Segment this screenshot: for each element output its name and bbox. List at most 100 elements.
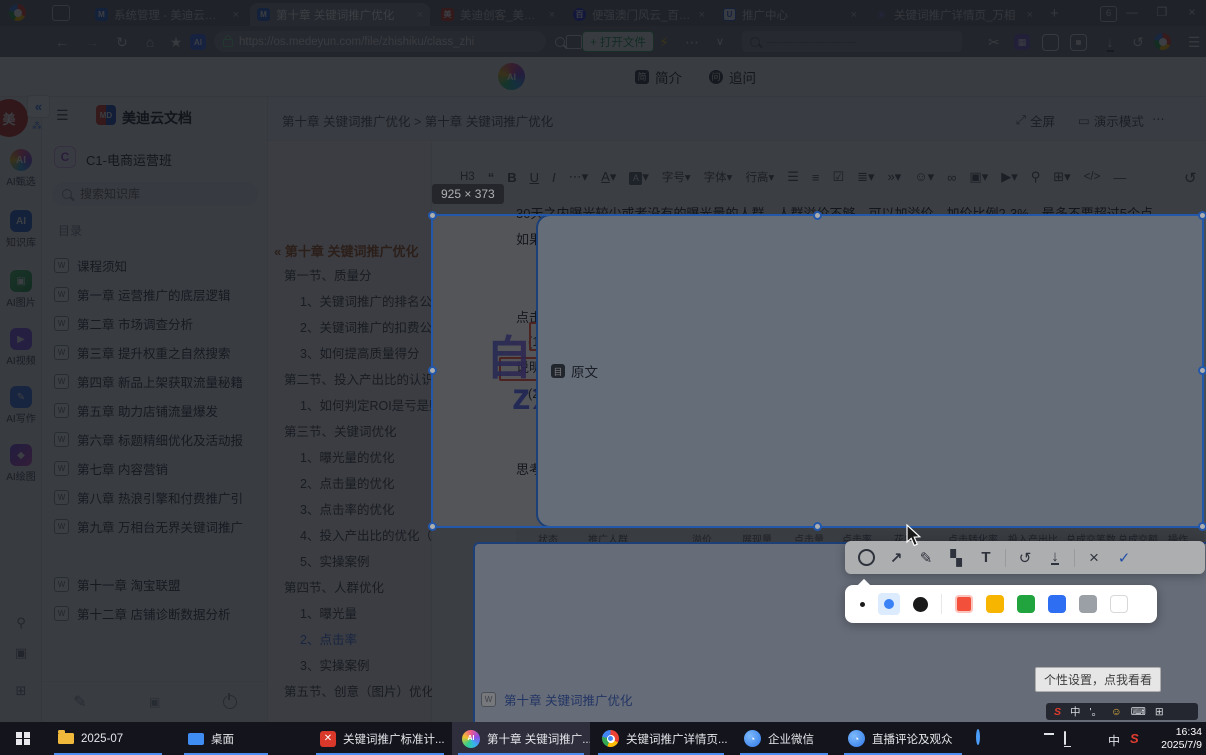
font-family-select[interactable]: 字体▾: [704, 169, 733, 185]
resize-handle[interactable]: [1047, 370, 1054, 377]
fullscreen-button[interactable]: ⤢ 全屏: [1016, 111, 1055, 130]
image-icon[interactable]: [566, 35, 582, 49]
quote-icon[interactable]: “: [488, 170, 495, 185]
rail-item-knowledge[interactable]: AI 知识库: [0, 210, 42, 249]
align-icon[interactable]: ≣▾: [857, 169, 874, 185]
sidebar-item[interactable]: W 第十二章 店铺诊断数据分析: [48, 600, 262, 626]
reader-mode-icon[interactable]: [1042, 34, 1059, 51]
ime-toolbox-icon[interactable]: ⊞: [1155, 706, 1164, 718]
more-icon[interactable]: ⋯: [682, 33, 702, 51]
workspace-avatar[interactable]: C: [54, 146, 76, 168]
browser-tab[interactable]: 美 美迪创客_美迪电商_美 ×: [434, 3, 562, 26]
tab-close-icon[interactable]: ×: [1027, 9, 1033, 21]
more-actions-icon[interactable]: ⋯: [1152, 111, 1165, 126]
pin-icon[interactable]: ⚲: [0, 615, 42, 631]
present-mode-button[interactable]: ▭ 演示模式: [1078, 111, 1144, 130]
toc-title[interactable]: « 第十章 关键词推广优化: [274, 241, 418, 260]
taskbar-item-chrome[interactable]: 关键词推广详情页...: [592, 722, 730, 755]
tab-close-icon[interactable]: ×: [851, 9, 857, 21]
bold-icon[interactable]: B: [507, 170, 516, 185]
start-button[interactable]: [0, 722, 46, 755]
toc-item[interactable]: 第二节、投入产出比的认识: [284, 369, 442, 388]
browser-tab[interactable]: 百 便强澳门风云_百度搜索 ×: [566, 3, 712, 26]
pen-tool[interactable]: ✎: [911, 545, 941, 571]
grid-icon[interactable]: ⊞: [0, 683, 42, 699]
divider-icon[interactable]: —: [1113, 170, 1126, 185]
taskbar-item-folder[interactable]: 2025-07: [48, 722, 168, 755]
search-input[interactable]: [78, 186, 232, 202]
browser-menu-logo-icon[interactable]: [1154, 33, 1171, 50]
maximize-button[interactable]: ❐: [1152, 5, 1172, 19]
text-tool[interactable]: T: [971, 545, 1001, 571]
address-bar[interactable]: https://os.medeyun.com/file/zhishiku/cla…: [214, 31, 546, 52]
rail-item-ai-video[interactable]: ▶ AI视频: [0, 328, 42, 367]
rail-item-ai-writing[interactable]: ✎ AI写作: [0, 386, 42, 425]
lightning-icon[interactable]: ⚡: [654, 33, 674, 51]
footer-button[interactable]: 自定义列: [637, 697, 696, 718]
ime-punct-icon[interactable]: '。: [1090, 704, 1103, 719]
annotation-rectangle[interactable]: [915, 317, 1071, 351]
ai-extension-icon[interactable]: AI: [190, 34, 206, 50]
sidebar-item[interactable]: W 第十一章 淘宝联盟: [48, 571, 262, 597]
tray-sogou-icon[interactable]: S: [1130, 731, 1139, 746]
tray-network-icon[interactable]: [1064, 731, 1071, 747]
tab-close-icon[interactable]: ×: [549, 9, 555, 21]
cancel-capture-icon[interactable]: ×: [1079, 545, 1109, 571]
sidebar-menu-icon[interactable]: ☰: [56, 107, 69, 124]
footer-button[interactable]: 详情: [708, 697, 746, 718]
rail-item-ai-drawing[interactable]: ◆ AI绘图: [0, 444, 42, 483]
undo-icon[interactable]: ↺: [1184, 169, 1197, 187]
scissors-icon[interactable]: ✂: [984, 33, 1004, 51]
stroke-size-small[interactable]: [860, 601, 865, 607]
power-icon[interactable]: [222, 692, 237, 709]
color-red-selected[interactable]: [955, 595, 973, 613]
close-button[interactable]: ×: [1182, 5, 1202, 19]
sidebar-item[interactable]: W 课程须知: [48, 252, 262, 278]
browser-tab[interactable]: M 系统管理 - 美迪云管理 ×: [88, 3, 246, 26]
numbered-list-icon[interactable]: ≡: [812, 170, 820, 185]
line-height-select[interactable]: 行高▾: [745, 169, 774, 185]
arrow-tool[interactable]: ↗: [881, 545, 911, 571]
italic-icon[interactable]: I: [552, 170, 556, 185]
rail-item-ai-image[interactable]: ▣ AI图片: [0, 270, 42, 309]
row-checkbox[interactable]: [516, 558, 518, 570]
table-icon[interactable]: ⊞▾: [1053, 169, 1070, 185]
sidebar-item[interactable]: W 第七章 内容营销: [48, 455, 262, 481]
workspace-name[interactable]: C1-电商运营班: [86, 150, 172, 169]
back-button[interactable]: ←: [52, 33, 72, 51]
browser-tab[interactable]: U 推广中心 ×: [716, 3, 864, 26]
sidebar-item[interactable]: W 第九章 万相台无界关键词推广: [48, 513, 262, 539]
confirm-capture-icon[interactable]: ✓: [1109, 545, 1139, 571]
sidebar-item[interactable]: W 第三章 提升权重之自然搜索: [48, 339, 262, 365]
annotation-rectangle-selected[interactable]: [818, 370, 1054, 412]
link-icon[interactable]: ∞: [947, 170, 956, 185]
text-color-icon[interactable]: A▾: [601, 169, 616, 185]
highlight-icon[interactable]: A ▾: [629, 169, 649, 185]
resize-handle[interactable]: [818, 405, 825, 412]
heading-select[interactable]: H3: [460, 171, 475, 183]
resize-handle[interactable]: [932, 405, 939, 412]
breadcrumb[interactable]: 第十章 关键词推广优化 > 第十章 关键词推广优化: [282, 111, 553, 130]
reload-button[interactable]: ↻: [112, 33, 132, 51]
resize-handle[interactable]: [1047, 387, 1054, 394]
rail-item-ai-select[interactable]: AI AI甄选: [0, 149, 42, 188]
stroke-size-medium-selected[interactable]: [878, 593, 900, 615]
attach-icon[interactable]: ⚲: [1031, 169, 1041, 185]
annotation-rectangle[interactable]: [725, 321, 909, 351]
resize-handle[interactable]: [818, 387, 825, 394]
color-yellow[interactable]: [986, 595, 1004, 613]
stroke-size-large[interactable]: [913, 596, 928, 612]
sidebar-item[interactable]: W 第四章 新品上架获取流量秘籍: [48, 368, 262, 394]
new-tab-button[interactable]: +: [1050, 5, 1059, 22]
split-screen-icon[interactable]: [52, 5, 70, 21]
more-format-icon[interactable]: ⋯▾: [569, 169, 589, 185]
annotation-rectangle[interactable]: [1077, 321, 1182, 352]
taskbar-item-spreadsheet[interactable]: ✕ 关键词推广标准计...: [310, 722, 450, 755]
mosaic-tool[interactable]: ▚: [941, 545, 971, 571]
ime-indicator[interactable]: 中: [1108, 732, 1120, 749]
taskbar-clock[interactable]: 16:34 2025/7/9: [1142, 726, 1202, 751]
sidebar-item[interactable]: W 第六章 标题精细优化及活动报: [48, 426, 262, 452]
taskbar-item-live[interactable]: ◔ 直播评论及观众: [838, 722, 968, 755]
chevron-down-icon[interactable]: ∨: [710, 33, 730, 51]
undo-tool[interactable]: ↺: [1010, 545, 1040, 571]
